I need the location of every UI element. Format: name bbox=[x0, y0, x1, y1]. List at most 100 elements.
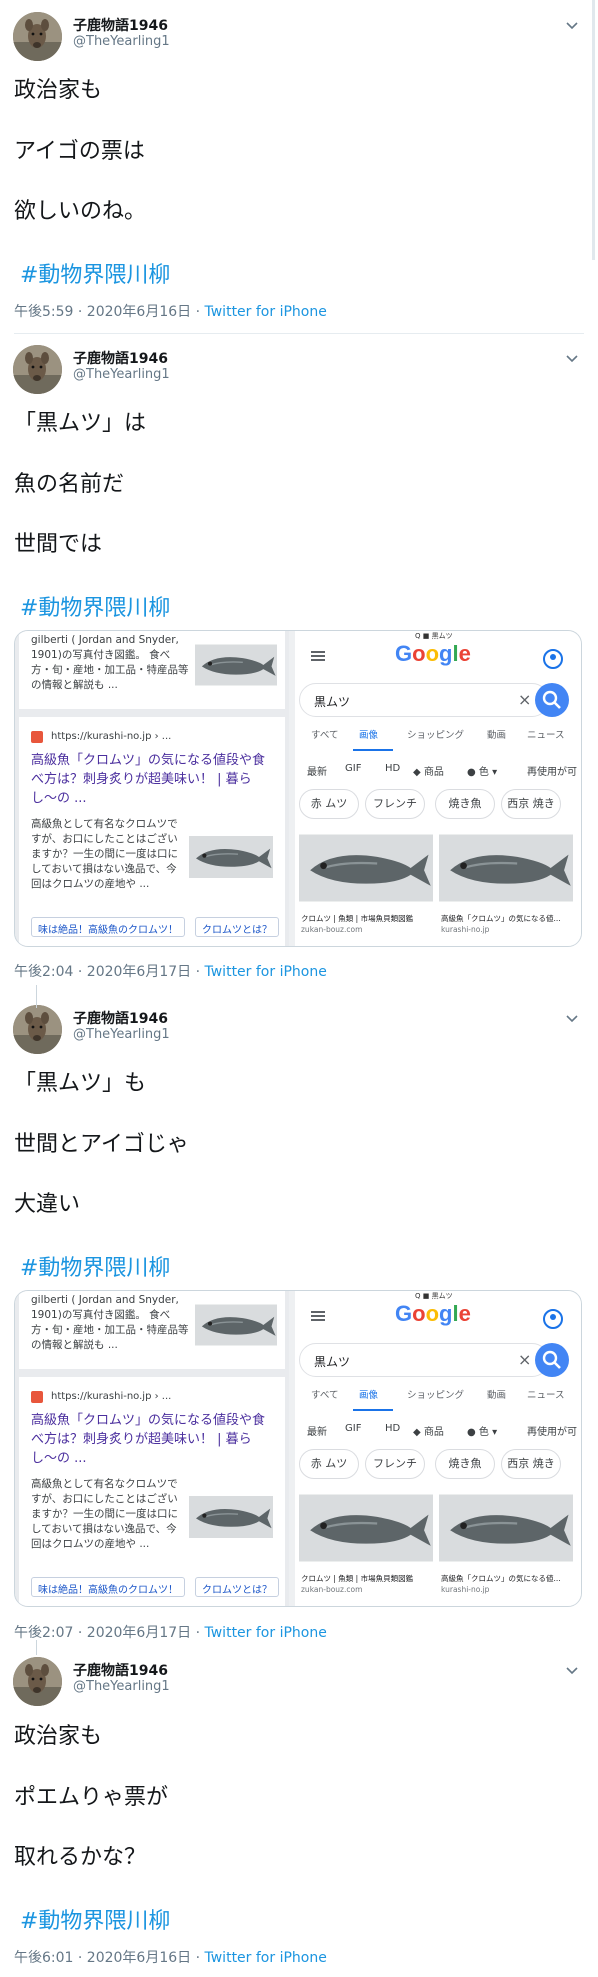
clear-icon[interactable]: × bbox=[518, 690, 531, 709]
result-snippet: 高級魚として有名なクロムツですが、お口にしたことはございますか？一生の間に一度は… bbox=[31, 1478, 178, 1550]
address-bar[interactable]: Q ■ 黒ムツ bbox=[415, 1291, 453, 1301]
client-link[interactable]: Twitter for iPhone bbox=[205, 1950, 327, 1966]
filter-option[interactable]: ◆ 商品 bbox=[413, 763, 444, 778]
user-handle[interactable]: @TheYearling1 bbox=[73, 34, 170, 49]
timestamp-text[interactable]: 午後6:01 · 2020年6月16日 · bbox=[14, 1950, 205, 1966]
filter-option[interactable]: ● 色 ▾ bbox=[467, 763, 497, 778]
related-chip[interactable]: クロムツとは？ bbox=[195, 917, 279, 937]
user-handle[interactable]: @TheYearling1 bbox=[73, 1027, 170, 1042]
timestamp-text[interactable]: 午後2:04 · 2020年6月17日 · bbox=[14, 964, 205, 980]
image-caption[interactable]: クロムツ | 魚類 | 市場魚貝類図鑑 bbox=[301, 1573, 413, 1584]
hashtag-link[interactable]: #動物界隈川柳 bbox=[20, 1250, 170, 1282]
tab-1[interactable]: 画像 bbox=[359, 1387, 378, 1401]
related-chip[interactable]: 味は絶品！高級魚のクロムツ！ bbox=[31, 917, 185, 937]
attached-image[interactable]: gilberti ( Jordan and Snyder, 1901)の写真付き… bbox=[14, 630, 582, 947]
result-card[interactable]: gilberti ( Jordan and Snyder, 1901)の写真付き… bbox=[19, 1291, 285, 1369]
client-link[interactable]: Twitter for iPhone bbox=[205, 964, 327, 980]
filter-option[interactable]: GIF bbox=[345, 763, 361, 774]
fish-thumbnail[interactable] bbox=[189, 817, 273, 897]
avatar[interactable] bbox=[13, 1005, 62, 1054]
timestamp-text[interactable]: 午後2:07 · 2020年6月17日 · bbox=[14, 1625, 205, 1641]
suggestion-pill[interactable]: 焼き魚 bbox=[435, 789, 495, 819]
result-url[interactable]: https://kurashi-no.jp › ... bbox=[51, 1391, 171, 1402]
image-result[interactable] bbox=[439, 1489, 573, 1567]
user-handle[interactable]: @TheYearling1 bbox=[73, 367, 170, 382]
hashtag-link[interactable]: #動物界隈川柳 bbox=[20, 1903, 170, 1935]
scrollbar[interactable] bbox=[592, 0, 595, 260]
client-link[interactable]: Twitter for iPhone bbox=[205, 1625, 327, 1641]
filter-option[interactable]: 最新 bbox=[307, 763, 327, 778]
display-name[interactable]: 子鹿物語1946 bbox=[73, 1008, 168, 1028]
avatar[interactable] bbox=[13, 345, 62, 394]
tab-4[interactable]: ニュース bbox=[527, 1387, 565, 1401]
avatar[interactable] bbox=[13, 12, 62, 61]
tab-1[interactable]: 画像 bbox=[359, 727, 378, 741]
related-chip[interactable]: クロムツとは？ bbox=[195, 1577, 279, 1597]
fish-thumbnail[interactable] bbox=[195, 1291, 277, 1359]
tab-3[interactable]: 動画 bbox=[487, 727, 506, 741]
image-caption[interactable]: 高級魚「クロムツ」の気になる値... bbox=[441, 1573, 561, 1584]
suggestion-pill[interactable]: 赤 ムツ bbox=[299, 1449, 359, 1479]
address-bar[interactable]: Q ■ 黒ムツ bbox=[415, 631, 453, 641]
search-input[interactable]: 黒ムツ × bbox=[299, 1343, 549, 1377]
search-button[interactable] bbox=[535, 683, 569, 717]
chevron-down-icon[interactable] bbox=[564, 350, 580, 363]
related-chip[interactable]: 味は絶品！高級魚のクロムツ！ bbox=[31, 1577, 185, 1597]
result-title-link[interactable]: 高級魚「クロムツ」の気になる値段や食べ方は？刺身炙りが超美味い！ | 暮らし〜の… bbox=[31, 1411, 275, 1468]
menu-icon[interactable] bbox=[311, 651, 325, 661]
result-url[interactable]: https://kurashi-no.jp › ... bbox=[51, 731, 171, 742]
display-name[interactable]: 子鹿物語1946 bbox=[73, 1660, 168, 1680]
image-caption[interactable]: 高級魚「クロムツ」の気になる値... bbox=[441, 913, 561, 924]
image-caption[interactable]: クロムツ | 魚類 | 市場魚貝類図鑑 bbox=[301, 913, 413, 924]
search-input[interactable]: 黒ムツ × bbox=[299, 683, 549, 717]
display-name[interactable]: 子鹿物語1946 bbox=[73, 348, 168, 368]
chevron-down-icon[interactable] bbox=[564, 17, 580, 30]
result-card[interactable]: gilberti ( Jordan and Snyder, 1901)の写真付き… bbox=[19, 631, 285, 709]
suggestion-pill[interactable]: 赤 ムツ bbox=[299, 789, 359, 819]
chevron-down-icon[interactable] bbox=[564, 1662, 580, 1675]
attached-image[interactable]: gilberti ( Jordan and Snyder, 1901)の写真付き… bbox=[14, 1290, 582, 1607]
filter-option[interactable]: GIF bbox=[345, 1423, 361, 1434]
suggestion-pill[interactable]: 焼き魚 bbox=[435, 1449, 495, 1479]
tab-0[interactable]: すべて bbox=[311, 727, 338, 741]
suggestion-pill[interactable]: フレンチ bbox=[365, 1449, 425, 1479]
fish-thumbnail[interactable] bbox=[189, 1477, 273, 1557]
filter-option[interactable]: ◆ 商品 bbox=[413, 1423, 444, 1438]
tab-3[interactable]: 動画 bbox=[487, 1387, 506, 1401]
result-card[interactable]: https://kurashi-no.jp › ... 高級魚「クロムツ」の気にな… bbox=[19, 1377, 285, 1606]
google-logo[interactable]: Google bbox=[395, 641, 471, 667]
timestamp-text[interactable]: 午後5:59 · 2020年6月16日 · bbox=[14, 304, 205, 320]
suggestion-pill[interactable]: 西京 焼き bbox=[501, 789, 561, 819]
filter-option[interactable]: HD bbox=[385, 763, 400, 774]
tab-2[interactable]: ショッピング bbox=[407, 727, 464, 741]
account-icon[interactable] bbox=[543, 649, 563, 669]
image-result[interactable] bbox=[439, 829, 573, 907]
google-logo[interactable]: Google bbox=[395, 1301, 471, 1327]
suggestion-pill[interactable]: 西京 焼き bbox=[501, 1449, 561, 1479]
tab-0[interactable]: すべて bbox=[311, 1387, 338, 1401]
search-button[interactable] bbox=[535, 1343, 569, 1377]
suggestion-pill[interactable]: フレンチ bbox=[365, 789, 425, 819]
hashtag-link[interactable]: #動物界隈川柳 bbox=[20, 590, 170, 622]
fish-thumbnail[interactable] bbox=[195, 631, 277, 699]
filter-option[interactable]: 最新 bbox=[307, 1423, 327, 1438]
result-title-link[interactable]: 高級魚「クロムツ」の気になる値段や食べ方は？刺身炙りが超美味い！ | 暮らし〜の… bbox=[31, 751, 275, 808]
image-result[interactable] bbox=[299, 1489, 433, 1567]
clear-icon[interactable]: × bbox=[518, 1350, 531, 1369]
image-result[interactable] bbox=[299, 829, 433, 907]
display-name[interactable]: 子鹿物語1946 bbox=[73, 15, 168, 35]
tab-4[interactable]: ニュース bbox=[527, 727, 565, 741]
avatar[interactable] bbox=[13, 1657, 62, 1706]
account-icon[interactable] bbox=[543, 1309, 563, 1329]
tab-2[interactable]: ショッピング bbox=[407, 1387, 464, 1401]
filter-option[interactable]: HD bbox=[385, 1423, 400, 1434]
menu-icon[interactable] bbox=[311, 1311, 325, 1321]
filter-option[interactable]: 再使用が可 bbox=[527, 1423, 577, 1438]
filter-option[interactable]: 再使用が可 bbox=[527, 763, 577, 778]
client-link[interactable]: Twitter for iPhone bbox=[205, 304, 327, 320]
filter-option[interactable]: ● 色 ▾ bbox=[467, 1423, 497, 1438]
user-handle[interactable]: @TheYearling1 bbox=[73, 1679, 170, 1694]
result-card[interactable]: https://kurashi-no.jp › ... 高級魚「クロムツ」の気にな… bbox=[19, 717, 285, 946]
chevron-down-icon[interactable] bbox=[564, 1010, 580, 1023]
hashtag-link[interactable]: #動物界隈川柳 bbox=[20, 257, 170, 289]
